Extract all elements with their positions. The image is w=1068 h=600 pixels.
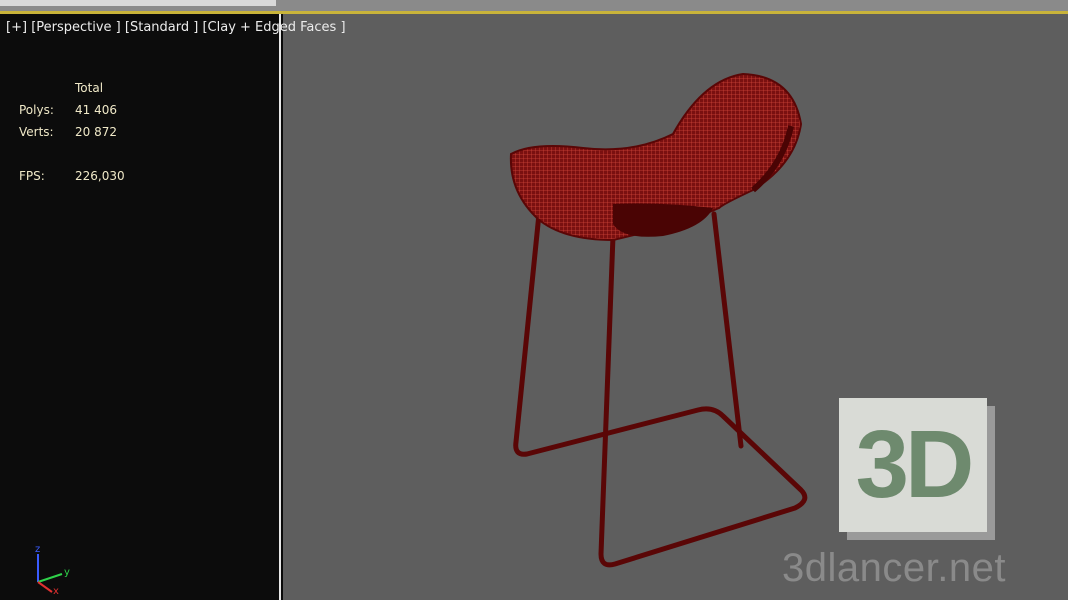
scene-statistics: Total Polys: 41 406 Verts: 20 872 FPS: 2… xyxy=(19,77,125,187)
watermark-url: 3dlancer.net xyxy=(782,546,1006,590)
fps-row: FPS: 226,030 xyxy=(19,165,125,187)
axis-gizmo-icon: z y x xyxy=(35,544,70,597)
stool-seat xyxy=(509,72,803,242)
viewport-point-of-view-menu[interactable]: [Perspective ] xyxy=(31,20,121,35)
stool-frame xyxy=(513,201,808,568)
axis-z-label: z xyxy=(35,544,40,555)
fps-value: 226,030 xyxy=(75,169,125,183)
fps-label: FPS: xyxy=(19,169,45,183)
watermark-logo-text: 3D xyxy=(855,411,975,518)
polys-label: Polys: xyxy=(19,103,54,117)
top-bar xyxy=(0,0,1068,14)
verts-value: 20 872 xyxy=(75,125,117,139)
tab-strip xyxy=(0,0,276,6)
watermark-logo: 3D xyxy=(839,398,995,540)
verts-label: Verts: xyxy=(19,125,54,139)
viewport-general-menu[interactable]: [+] xyxy=(6,20,27,35)
verts-row: Verts: 20 872 xyxy=(19,121,125,143)
axis-y-label: y xyxy=(64,567,70,578)
polys-row: Polys: 41 406 xyxy=(19,99,125,121)
stats-panel: Total Polys: 41 406 Verts: 20 872 FPS: 2… xyxy=(0,14,281,600)
stats-header: Total xyxy=(75,81,104,95)
stats-header-row: Total xyxy=(19,77,125,99)
viewport-standard-menu[interactable]: [Standard ] xyxy=(125,20,198,35)
polys-value: 41 406 xyxy=(75,103,117,117)
axis-x-label: x xyxy=(53,586,59,597)
